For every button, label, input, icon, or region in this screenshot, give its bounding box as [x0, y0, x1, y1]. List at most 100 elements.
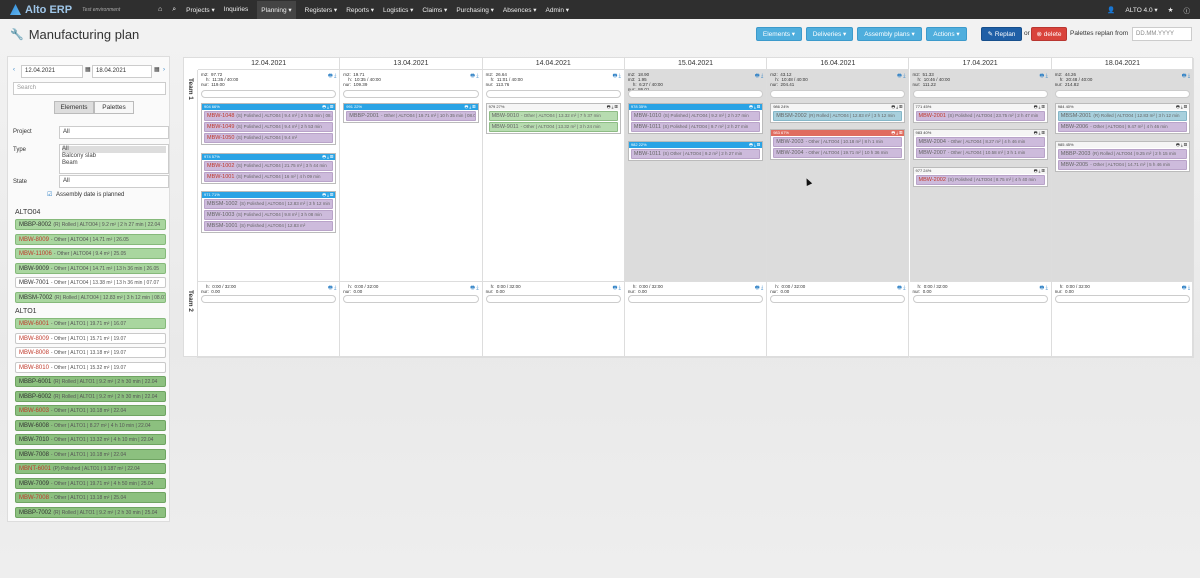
day-note-input[interactable]	[912, 295, 1048, 303]
planned-element[interactable]: MBW-2007- Other | ALTO04 | 10.58 m² | 3 …	[915, 148, 1045, 158]
favorite-star-icon[interactable]: ★	[1168, 6, 1174, 14]
team-2-day-cell[interactable]: h: 0:00 / 32:00 nur: 0.00 🖶 ⤓	[624, 282, 768, 358]
planned-element[interactable]: MBBP-2001- Other | ALTO04 | 19.71 m² | 1…	[346, 111, 476, 121]
deliveries-button[interactable]: Deliveries ▾	[806, 27, 853, 41]
day-note-input[interactable]	[770, 295, 906, 303]
planned-element[interactable]: MBSM-2001 (R) Rolled | ALTO04 | 12.83 m² …	[1057, 111, 1188, 121]
assembly-plans-button[interactable]: Assembly plans ▾	[857, 27, 922, 41]
replan-date-input[interactable]: DD.MM.YYYY	[1132, 27, 1192, 41]
palette-action-icons[interactable]: 🖶 ⤓ ▦	[322, 192, 333, 198]
team-1-day-cell[interactable]: m2: 18.90 m3: 1.95 h: 6:27 / 40:00 nur: …	[624, 70, 768, 282]
day-note-input[interactable]	[201, 90, 337, 98]
team-2-day-cell[interactable]: h: 0:00 / 32:00 nur: 0.00 🖶 ⤓	[340, 282, 483, 358]
palette-header[interactable]: 979 27% 🖶 ⤓ ▦	[486, 104, 620, 110]
palette-header[interactable]: 771 45% 🖶 ⤓ ▦	[913, 104, 1047, 110]
palette-card[interactable]: 991 22% 🖶 ⤓ ▦ MBBP-2001- Other | ALTO04 | …	[343, 103, 479, 123]
palette-header[interactable]: 983 67% 🖶 ⤓ ▦	[771, 130, 905, 136]
print-download-icons[interactable]: 🖶 ⤓	[1182, 73, 1190, 81]
team-2-day-cell[interactable]: h: 0:00 / 32:00 nur: 0.00 🖶 ⤓	[767, 282, 910, 358]
prev-week-icon[interactable]: ‹	[13, 67, 15, 73]
day-note-input[interactable]	[1054, 295, 1191, 303]
nav-item-admin[interactable]: Admin ▾	[546, 6, 570, 14]
planned-element[interactable]: MBW-1002 (S) Polished | ALTO04 | 21.75 m²…	[204, 161, 334, 171]
palette-header[interactable]: 986 24% 🖶 ⤓ ▦	[771, 104, 905, 110]
team-1-day-cell[interactable]: m2: 51.33 h: 10:46 / 40:00 nur: 111.22 🖶 …	[909, 70, 1052, 282]
palette-action-icons[interactable]: 🖶 ⤓ ▦	[464, 104, 475, 110]
print-download-icons[interactable]: 🖶 ⤓	[613, 73, 621, 81]
day-note-input[interactable]	[485, 90, 621, 98]
element-list-item[interactable]: MBW-8009- Other | ALTO1 | 15.71 m² | 19.…	[15, 332, 166, 344]
nav-item-planning[interactable]: Planning ▾	[257, 0, 296, 19]
palette-action-icons[interactable]: 🖶 ⤓ ▦	[1034, 104, 1045, 110]
day-note-input[interactable]	[485, 295, 621, 303]
palette-action-icons[interactable]: 🖶 ⤓ ▦	[1176, 142, 1187, 148]
planned-element[interactable]: MBW-1011 (S) Other | ALTO04 | 9.2 m² | 2 …	[630, 149, 761, 159]
nav-item-reports[interactable]: Reports ▾	[346, 6, 374, 14]
calendar-icon[interactable]: ▦	[85, 66, 91, 73]
palette-card[interactable]: 971 71% 🖶 ⤓ ▦ MBSM-1002 (S) Polished | ALTO…	[201, 191, 337, 233]
palette-card[interactable]: 983 40% 🖶 ⤓ ▦ MBW-2004- Other | ALTO04 | 8…	[912, 129, 1048, 160]
next-week-icon[interactable]: ›	[163, 67, 165, 73]
planned-element[interactable]: MBW-1048 (S) Polished | ALTO04 | 9.4 m² |…	[204, 111, 334, 121]
palette-action-icons[interactable]: 🖶 ⤓ ▦	[891, 130, 902, 136]
print-download-icons[interactable]: 🖶 ⤓	[897, 73, 905, 81]
element-list-item[interactable]: MBBP-7002 (R) Rolled | ALTO1 | 9.2 m² | 2…	[15, 506, 166, 518]
type-option[interactable]: Balcony slab	[62, 153, 166, 160]
nav-item-claims[interactable]: Claims ▾	[422, 6, 447, 14]
team-1-day-cell[interactable]: m2: 44.26 h: 20:48 / 40:00 nur: 214.82 🖶 …	[1051, 70, 1195, 282]
element-list-item[interactable]: MBW-11006- Other | ALTO04 | 9.4 m² | 25.…	[15, 248, 166, 259]
date-to-input[interactable]: 18.04.2021	[92, 65, 152, 78]
palette-header[interactable]: 982 22% 🖶 ⤓ ▦	[628, 142, 763, 148]
palette-action-icons[interactable]: 🖶 ⤓ ▦	[1034, 130, 1045, 136]
nav-item-absences[interactable]: Absences ▾	[503, 6, 537, 14]
planned-element[interactable]: MBSM-1002 (S) Polished | ALTO04 | 12.83 m…	[204, 199, 334, 209]
palette-card[interactable]: 978 35% 🖶 ⤓ ▦ MBW-1010 (S) Polished | ALTO0…	[627, 103, 764, 134]
print-download-icons[interactable]: 🖶 ⤓	[1182, 285, 1190, 293]
planned-element[interactable]: MBW-1011 (S) Polished | ALTO04 | 9.7 m² |…	[630, 122, 761, 132]
palette-card[interactable]: 986 24% 🖶 ⤓ ▦ MBSM-2002 (R) Rolled | ALTO04…	[770, 103, 906, 123]
planned-element[interactable]: MBBP-2003 (R) Rolled | ALTO04 | 9.25 m² |…	[1057, 149, 1188, 159]
version-menu[interactable]: ALTO 4.0 ▾	[1125, 6, 1157, 14]
element-list-item[interactable]: MBW-9009- Other | ALTO04 | 14.71 m² | 13…	[15, 262, 166, 274]
checkbox-checked-icon[interactable]: ☑	[47, 191, 52, 198]
element-list-item[interactable]: MBW-8009- Other | ALTO04 | 14.71 m² | 26…	[15, 233, 166, 245]
day-note-input[interactable]	[343, 90, 479, 98]
actions-button[interactable]: Actions ▾	[926, 27, 967, 41]
day-note-input[interactable]	[912, 90, 1048, 98]
palette-action-icons[interactable]: 🖶 ⤓ ▦	[749, 142, 760, 148]
day-note-input[interactable]	[627, 90, 764, 98]
element-list-item[interactable]: MBW-6003- Other | ALTO1 | 10.18 m² | 22.…	[15, 405, 166, 416]
palette-action-icons[interactable]: 🖶 ⤓ ▦	[607, 104, 618, 110]
element-list-item[interactable]: MBW-7010- Other | ALTO1 | 13.32 m² | 4 h…	[15, 434, 166, 445]
team-1-day-cell[interactable]: m2: 26.64 h: 11:01 / 40:00 nur: 113.76 🖶 …	[482, 70, 625, 282]
search-icon[interactable]: ⌕	[172, 6, 176, 14]
palette-card[interactable]: 984 40% 🖶 ⤓ ▦ MBSM-2001 (R) Rolled | ALTO04…	[1054, 103, 1191, 134]
planned-element[interactable]: MBW-1049 (S) Polished | ALTO04 | 9.4 m² |…	[204, 122, 334, 132]
team-1-day-cell[interactable]: m2: 97.72 h: 11:35 / 40:00 nur: 119.00 🖶 …	[198, 70, 341, 282]
print-download-icons[interactable]: 🖶 ⤓	[755, 73, 763, 81]
day-note-input[interactable]	[627, 295, 764, 303]
planned-element[interactable]: MBW-1010 (S) Polished | ALTO04 | 9.2 m² |…	[630, 111, 761, 121]
palette-action-icons[interactable]: 🖶 ⤓ ▦	[1176, 104, 1187, 110]
info-icon[interactable]: ⓘ	[1184, 5, 1191, 15]
planned-element[interactable]: MBW-2006- Other | ALTO04 | 9.47 m² | 4 h…	[1057, 122, 1188, 132]
palette-card[interactable]: 983 67% 🖶 ⤓ ▦ MBW-2003- Other | ALTO04 | 1…	[770, 129, 906, 160]
planned-element[interactable]: MBW-2002 (S) Polished | ALTO04 | 8.75 m² …	[915, 175, 1045, 185]
nav-item-purchasing[interactable]: Purchasing ▾	[456, 6, 494, 14]
planned-element[interactable]: MBW-9010- Other | ALTO04 | 13.32 m² | 7 …	[488, 111, 618, 121]
palette-action-icons[interactable]: 🖶 ⤓ ▦	[322, 154, 333, 160]
elements-toggle[interactable]: Elements	[54, 101, 94, 114]
print-download-icons[interactable]: 🖶 ⤓	[613, 285, 621, 293]
palette-card[interactable]: 985 45% 🖶 ⤓ ▦ MBBP-2003 (R) Rolled | ALTO04…	[1054, 141, 1191, 172]
palette-card[interactable]: 771 45% 🖶 ⤓ ▦ MBW-2001 (S) Polished | ALTO0…	[912, 103, 1048, 123]
palette-card[interactable]: 904 66% 🖶 ⤓ ▦ MBW-1048 (S) Polished | ALTO0…	[201, 103, 337, 145]
team-2-day-cell[interactable]: h: 0:00 / 32:00 nur: 0.00 🖶 ⤓	[909, 282, 1052, 358]
palette-action-icons[interactable]: 🖶 ⤓ ▦	[322, 104, 333, 110]
nav-item-inquiries[interactable]: Inquiries	[224, 6, 249, 13]
print-download-icons[interactable]: 🖶 ⤓	[897, 285, 905, 293]
home-icon[interactable]: ⌂	[158, 6, 162, 13]
type-listbox[interactable]: All Balcony slab Beam	[59, 144, 169, 174]
planned-element[interactable]: MBW-2003- Other | ALTO04 | 10.18 m² | 8 …	[773, 137, 903, 147]
palette-card[interactable]: 979 27% 🖶 ⤓ ▦ MBW-9010- Other | ALTO04 | 1…	[485, 103, 621, 134]
print-download-icons[interactable]: 🖶 ⤓	[1039, 73, 1047, 81]
